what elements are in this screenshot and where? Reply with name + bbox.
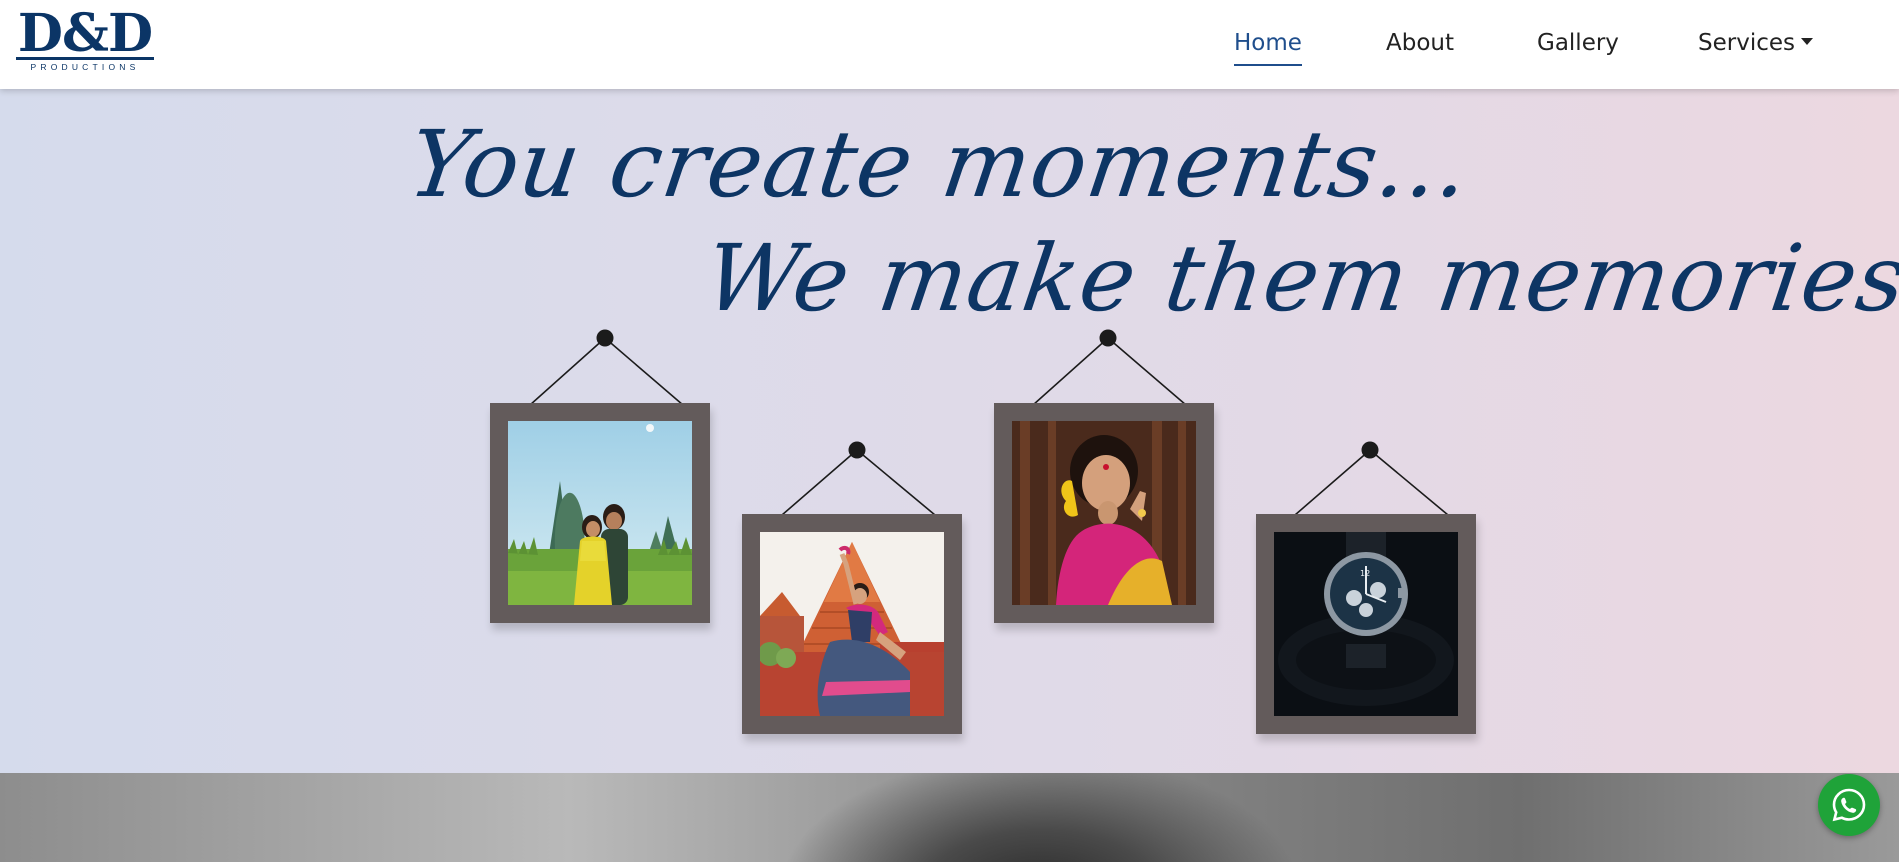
photo-frame-2[interactable] (742, 514, 962, 734)
photo-frame-1[interactable] (490, 403, 710, 623)
active-underline (1234, 64, 1302, 66)
navbar: D&D PRODUCTIONS Home About Gallery Servi… (0, 0, 1899, 89)
nav-home-link[interactable]: Home (1234, 28, 1302, 66)
whatsapp-icon (1832, 788, 1866, 822)
nav-services-dropdown[interactable]: Services (1698, 28, 1813, 58)
nav-services-label: Services (1698, 30, 1795, 56)
caret-down-icon (1801, 38, 1813, 45)
hero-section: You create moments... We make them memor… (0, 89, 1899, 773)
timex-watch-photo: 12 (1274, 532, 1458, 716)
nav-gallery-link[interactable]: Gallery (1537, 28, 1619, 58)
bride-portrait-photo (1012, 421, 1196, 605)
logo-rule (16, 57, 154, 60)
nav-home-label: Home (1234, 30, 1302, 56)
logo-subtext: PRODUCTIONS (30, 62, 140, 72)
nav-about-link[interactable]: About (1386, 28, 1454, 58)
svg-text:12: 12 (1360, 569, 1370, 578)
hero-headline-line1: You create moments... (402, 111, 1477, 218)
couple-in-field-photo (508, 421, 692, 605)
brand-logo[interactable]: D&D PRODUCTIONS (14, 6, 156, 74)
photo-frame-3[interactable] (994, 403, 1214, 623)
dancer-at-temple-photo (760, 532, 944, 716)
logo-text: D&D (17, 3, 153, 64)
whatsapp-button[interactable] (1818, 774, 1880, 836)
hero-headline-line2: We make them memories... (698, 225, 1899, 332)
next-section-preview (0, 773, 1899, 862)
nav-about-label: About (1386, 30, 1455, 56)
photo-frame-4[interactable]: 12 (1256, 514, 1476, 734)
nav-gallery-label: Gallery (1537, 30, 1619, 56)
